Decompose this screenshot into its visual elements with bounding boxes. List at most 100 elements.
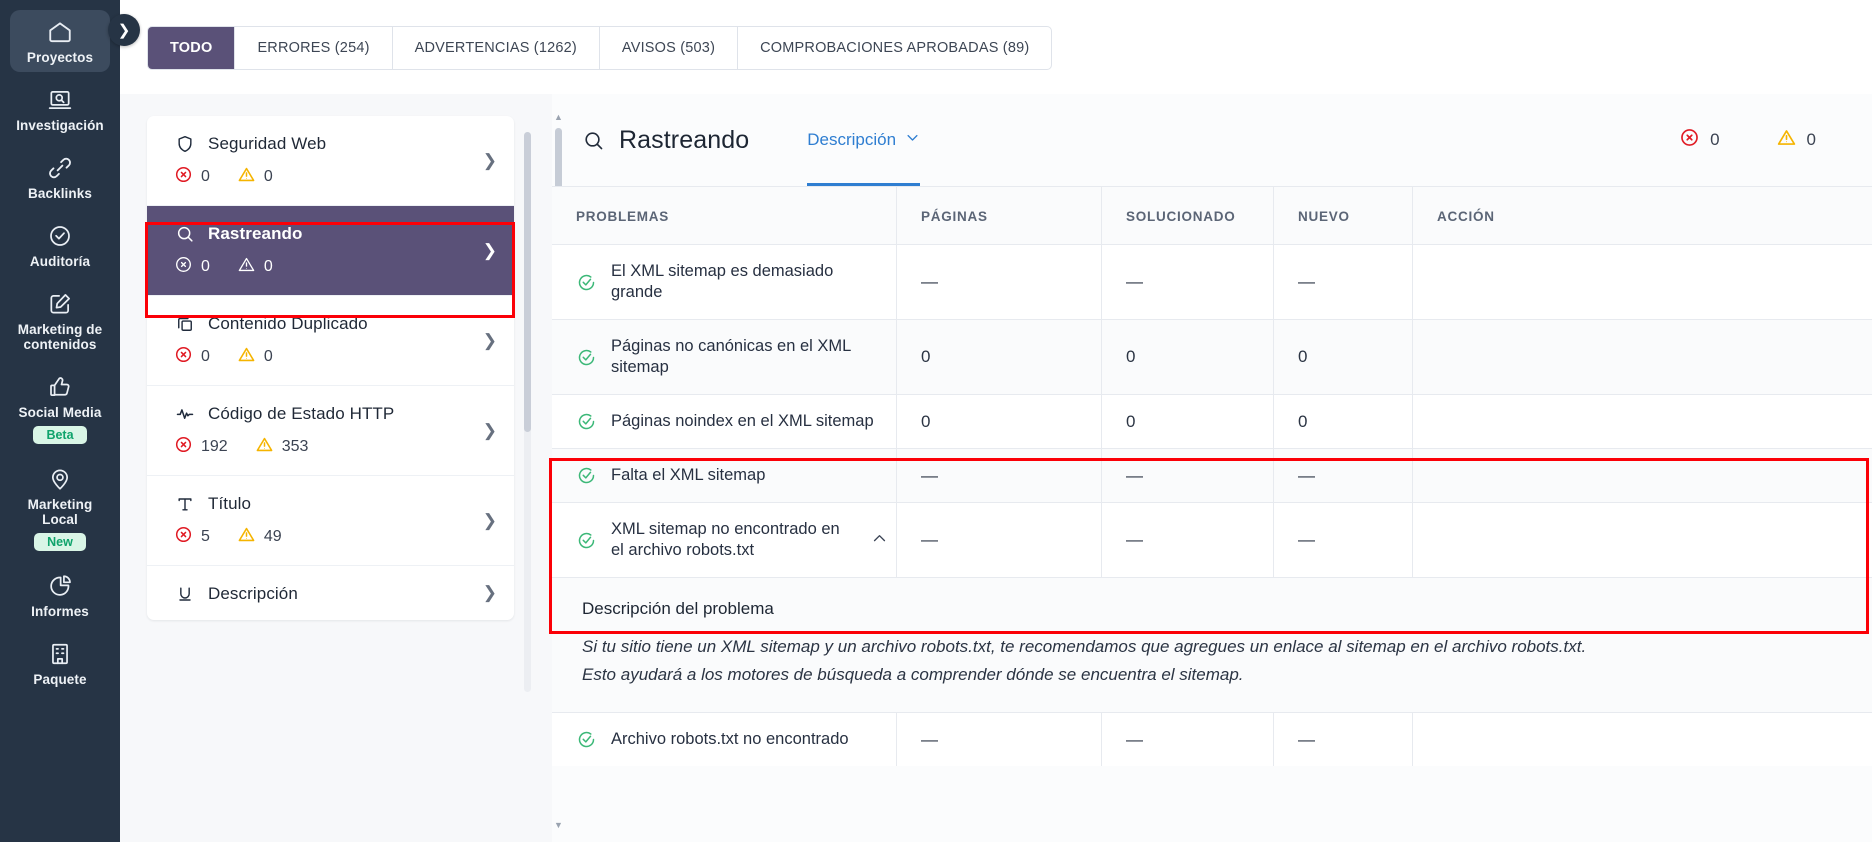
category-item-seguridad-web[interactable]: Seguridad Web 0 0 ❯ [147, 116, 514, 206]
warning-stat: 353 [255, 435, 309, 459]
cell-solucionado: — [1102, 503, 1274, 577]
cell-accion[interactable] [1413, 503, 1872, 577]
category-item-descripcion[interactable]: Descripción ❯ [147, 566, 514, 620]
category-title: Descripción [208, 584, 298, 603]
rail-item-social-media[interactable]: Social Media Beta [10, 365, 110, 451]
value: 0 [1298, 347, 1308, 366]
table-row[interactable]: Archivo robots.txt no encontrado — — — [552, 712, 1872, 766]
cell-problema[interactable]: Páginas no canónicas en el XML sitemap [552, 320, 897, 394]
category-item-codigo-de-estado-http[interactable]: Código de Estado HTTP 192 353 ❯ [147, 386, 514, 476]
value: — [921, 465, 938, 485]
error-icon [1679, 127, 1700, 153]
tab-label: ADVERTENCIAS (1262) [414, 40, 577, 56]
chevron-up-icon[interactable] [871, 530, 888, 550]
warning-count: 0 [263, 348, 273, 365]
category-header: Rastreando [174, 224, 496, 244]
check-circle-icon [47, 221, 73, 251]
table-row[interactable]: Páginas noindex en el XML sitemap 0 0 0 [552, 394, 1872, 448]
warning-count: 353 [281, 438, 309, 455]
check-circle-green-icon [576, 530, 597, 551]
problem-text: XML sitemap no encontrado en el archivo … [611, 520, 840, 559]
error-icon [174, 345, 193, 369]
tab-label: AVISOS (503) [621, 40, 716, 56]
tab-comprobaciones-aprobadas[interactable]: COMPROBACIONES APROBADAS (89) [738, 27, 1051, 69]
table-row[interactable]: Falta el XML sitemap — — — [552, 448, 1872, 502]
problem-name: Páginas noindex en el XML sitemap [576, 411, 896, 432]
rail-label: Marketing de contenidos [17, 322, 103, 352]
tab-label: COMPROBACIONES APROBADAS (89) [760, 40, 1030, 56]
table-header-row: PROBLEMAS PÁGINAS SOLUCIONADO NUEVO ACCI… [552, 186, 1872, 244]
category-stats: 0 0 [174, 165, 496, 189]
warning-count: 0 [1806, 130, 1816, 149]
content-area: TODO ERRORES (254) ADVERTENCIAS (1262) A… [120, 0, 1872, 842]
underline-u-icon [174, 584, 196, 604]
error-stat: 0 [174, 345, 210, 369]
column-header-solucionado: SOLUCIONADO [1102, 187, 1274, 244]
tab-todo[interactable]: TODO [148, 27, 236, 69]
cell-accion[interactable] [1413, 245, 1872, 319]
column-header-paginas: PÁGINAS [897, 187, 1102, 244]
warning-icon [237, 255, 256, 279]
table-row[interactable]: Páginas no canónicas en el XML sitemap 0… [552, 319, 1872, 394]
rail-item-paquete[interactable]: Paquete [10, 632, 110, 694]
table-row[interactable]: El XML sitemap es demasiado grande — — — [552, 244, 1872, 319]
tab-errores[interactable]: ERRORES (254) [235, 27, 393, 69]
category-item-rastreando[interactable]: Rastreando 0 0 ❯ [147, 206, 514, 296]
category-item-titulo[interactable]: Título 5 49 ❯ [147, 476, 514, 566]
check-circle-green-icon [576, 729, 597, 750]
cell-accion[interactable] [1413, 320, 1872, 394]
rail-item-auditoria[interactable]: Auditoría [10, 214, 110, 276]
error-count: 0 [201, 258, 210, 275]
cell-solucionado: — [1102, 713, 1274, 766]
rail-item-marketing-local[interactable]: Marketing Local New [10, 457, 110, 558]
cell-accion[interactable] [1413, 713, 1872, 766]
rail-item-proyectos[interactable]: Proyectos [10, 10, 110, 72]
check-circle-green-icon [576, 347, 597, 368]
category-list-panel: Seguridad Web 0 0 ❯ Rastreando 0 0 ❯ Con… [120, 94, 552, 842]
category-item-contenido-duplicado[interactable]: Contenido Duplicado 0 0 ❯ [147, 296, 514, 386]
tab-label: TODO [170, 40, 213, 56]
category-list-scrollbar[interactable] [524, 132, 531, 692]
cell-accion[interactable] [1413, 449, 1872, 502]
chevron-right-icon: ❯ [482, 583, 497, 602]
value: 0 [1126, 347, 1136, 366]
table-row-expanded[interactable]: XML sitemap no encontrado en el archivo … [552, 502, 1872, 577]
rail-item-backlinks[interactable]: Backlinks [10, 146, 110, 208]
rail-label: Marketing Local [27, 497, 93, 527]
scrollbar-thumb[interactable] [524, 132, 531, 432]
value: 0 [1298, 411, 1308, 431]
rail-item-investigacion[interactable]: Investigación [10, 78, 110, 140]
rail-badge-new: New [34, 533, 86, 551]
chevron-right-icon: ❯ [482, 330, 497, 350]
category-list: Seguridad Web 0 0 ❯ Rastreando 0 0 ❯ Con… [147, 116, 514, 620]
warning-count: 0 [263, 258, 273, 275]
value: — [1126, 465, 1143, 485]
column-header-problemas: PROBLEMAS [552, 187, 897, 244]
tab-avisos[interactable]: AVISOS (503) [600, 27, 739, 69]
issues-header: Rastreando Descripción 0 0 [552, 94, 1872, 186]
cell-problema[interactable]: El XML sitemap es demasiado grande [552, 245, 897, 319]
cell-problema[interactable]: Falta el XML sitemap [552, 449, 897, 502]
rail-item-marketing-de-contenidos[interactable]: Marketing de contenidos [10, 282, 110, 359]
tab-advertencias[interactable]: ADVERTENCIAS (1262) [393, 27, 600, 69]
cell-problema[interactable]: Archivo robots.txt no encontrado [552, 713, 897, 766]
cell-paginas: — [897, 713, 1102, 766]
cell-problema[interactable]: XML sitemap no encontrado en el archivo … [552, 503, 897, 577]
category-title: Rastreando [208, 224, 303, 243]
warning-stat: 0 [237, 165, 273, 189]
cell-solucionado: — [1102, 245, 1274, 319]
cell-paginas: — [897, 449, 1102, 502]
cell-accion[interactable] [1413, 395, 1872, 448]
tab-label: ERRORES (254) [257, 40, 370, 56]
error-icon [174, 165, 193, 189]
cell-problema[interactable]: Páginas noindex en el XML sitemap [552, 395, 897, 448]
value: — [1126, 530, 1143, 549]
sidebar-collapse-toggle[interactable]: ❯ [108, 14, 140, 46]
rail-item-informes[interactable]: Informes [10, 564, 110, 626]
building-icon [47, 639, 73, 669]
category-stats: 192 353 [174, 435, 496, 459]
description-text: Si tu sitio tiene un XML sitemap y un ar… [582, 637, 1587, 684]
tab-descripcion[interactable]: Descripción [807, 94, 921, 186]
category-stats: 5 49 [174, 525, 496, 549]
category-header: Título [174, 494, 496, 514]
